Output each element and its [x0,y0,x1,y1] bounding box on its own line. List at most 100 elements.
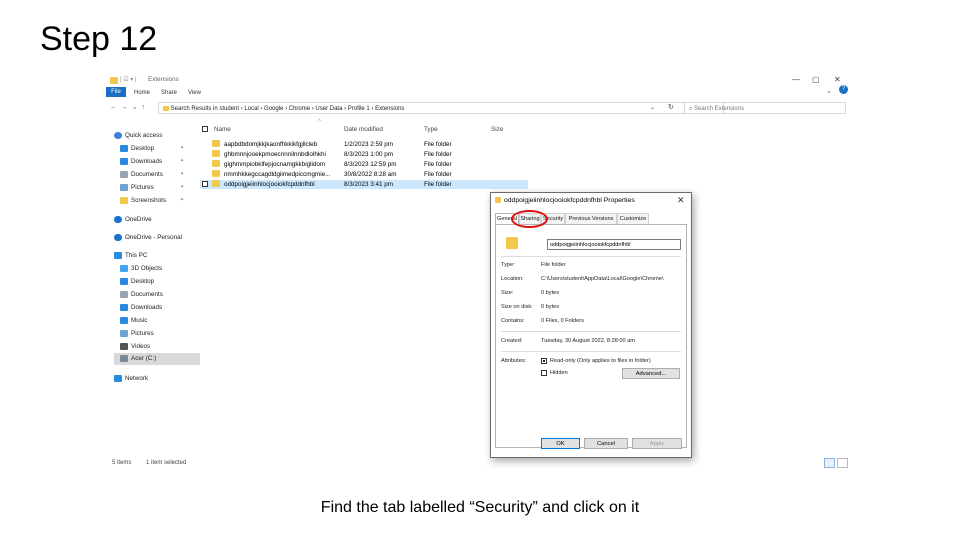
file-row[interactable]: nmmhkkegccagdldgiimedpiccmgmie... 30/8/2… [200,170,528,179]
readonly-label: Read-only (Only applies to files in fold… [550,358,651,364]
star-icon [114,131,122,139]
pc-icon [114,251,122,259]
status-selection: 1 item selected [146,460,187,466]
refresh-icon[interactable]: ↻ [668,103,674,111]
sidebar-item-this-pc[interactable]: This PC [114,250,147,262]
help-icon[interactable]: ? [839,85,848,94]
navigation-arrows[interactable]: ← → ⌄ ↑ [110,102,145,114]
sidebar-item-pictures-pc[interactable]: Pictures [120,328,154,340]
sidebar-item-screenshots[interactable]: Screenshots [120,195,166,207]
quick-access-toolbar[interactable]: | ☑ ▾ | [120,76,137,83]
column-header-date[interactable]: Date modified [344,126,383,135]
created-value: Tuesday, 30 August 2022, 8:28:00 am [541,338,635,344]
folder-icon [495,197,501,203]
column-header-size[interactable]: Size [491,126,503,135]
sidebar-item-desktop[interactable]: Desktop [120,143,154,155]
general-tab-panel: oddpoigjeiinhlocjooiokfcpddnfhbl Type: F… [495,224,687,448]
large-folder-icon [506,237,518,249]
desktop-icon [120,277,128,285]
folder-name-field[interactable]: oddpoigjeiinhlocjooiokfcpddnfhbl [547,239,681,250]
hidden-checkbox[interactable] [541,370,547,376]
file-row-selected[interactable]: oddpoigjeiinhlocjooiokfcpddnfhbl 8/3/202… [200,180,528,189]
location-value: C:\Users\student\AppData\Local\Google\Ch… [541,276,664,282]
ribbon-tab-home[interactable]: Home [134,88,150,98]
row-checkbox[interactable] [202,181,208,187]
minimize-button[interactable]: — [792,75,800,84]
pin-icon: ✦ [180,171,185,177]
pictures-icon [120,183,128,191]
slide-title: Step 12 [40,20,158,58]
file-explorer-window: | ☑ ▾ | Extensions — ▢ ✕ File Home Share… [106,75,850,468]
folder-icon [212,140,220,147]
folder-icon [163,105,169,111]
pictures-icon [120,329,128,337]
ribbon-tab-view[interactable]: View [188,88,201,98]
select-all-checkbox[interactable] [202,126,208,132]
download-icon [120,157,128,165]
sidebar-item-downloads-pc[interactable]: Downloads [120,302,162,314]
close-button[interactable]: ✕ [834,75,841,84]
sidebar-item-videos[interactable]: Videos [120,341,150,353]
desktop-icon [120,144,128,152]
window-title: Extensions [148,76,179,83]
sidebar-item-quick-access[interactable]: Quick access [114,130,162,142]
large-icons-view-icon[interactable] [837,458,848,468]
maximize-button[interactable]: ▢ [812,75,820,84]
sidebar-item-documents-pc[interactable]: Documents [120,289,163,301]
tab-previous-versions[interactable]: Previous Versions [565,213,617,224]
sidebar-item-documents[interactable]: Documents [120,169,163,181]
details-view-icon[interactable] [824,458,835,468]
column-header-name[interactable]: Name [214,126,231,135]
search-input[interactable]: ⌕ Search Extensions [684,102,846,114]
size-on-disk-label: Size on disk: [501,304,533,310]
separator [501,331,681,332]
attributes-label: Attributes: [501,358,527,364]
sidebar-item-onedrive-personal[interactable]: OneDrive - Personal [114,232,182,244]
sidebar-item-desktop-pc[interactable]: Desktop [120,276,154,288]
network-icon [114,374,122,382]
sidebar-item-onedrive[interactable]: OneDrive [114,214,152,226]
sidebar-item-acer-drive[interactable]: Acer (C:) [114,353,200,365]
cancel-button[interactable]: Cancel [584,438,628,449]
sort-arrow-icon: ^ [318,119,321,125]
contains-value: 0 Files, 0 Folders [541,318,584,324]
dialog-close-icon[interactable]: ✕ [677,195,685,206]
sidebar-item-music[interactable]: Music [120,315,147,327]
cloud-icon [114,215,122,223]
sidebar-item-downloads[interactable]: Downloads [120,156,162,168]
created-label: Created: [501,338,523,344]
status-item-count: 5 items [112,460,132,466]
tab-customize[interactable]: Customize [617,213,649,224]
search-placeholder: Search Extensions [694,106,745,112]
ok-button[interactable]: OK [541,438,580,449]
type-value: File folder [541,262,566,268]
size-label: Size: [501,290,514,296]
readonly-checkbox[interactable] [541,358,547,364]
download-icon [120,303,128,311]
address-bar[interactable]: Search Results in student › Local › Goog… [158,102,724,114]
expand-ribbon-icon[interactable]: ⌄ [826,87,832,95]
slide-caption: Find the tab labelled “Security” and cli… [320,499,640,516]
pin-icon: ✦ [180,145,185,151]
file-row[interactable]: aapbdbdomjkkjkaonfhkkikfgjllcleb 1/2/202… [200,140,528,149]
sidebar-item-network[interactable]: Network [114,373,148,385]
size-value: 0 bytes [541,290,560,296]
address-path: Search Results in student › Local › Goog… [170,106,405,112]
sidebar-item-3d-objects[interactable]: 3D Objects [120,263,162,275]
documents-icon [120,170,128,178]
ribbon-tab-share[interactable]: Share [161,88,177,98]
location-label: Location: [501,276,524,282]
documents-icon [120,290,128,298]
type-label: Type: [501,262,515,268]
column-header-type[interactable]: Type [424,126,438,135]
security-tab-highlight [511,210,548,228]
sidebar-item-pictures[interactable]: Pictures [120,182,154,194]
dialog-title: oddpoigjeiinhlocjooiokfcpddnfhbl Propert… [504,197,635,204]
advanced-button[interactable]: Advanced... [622,368,680,379]
ribbon-tab-file[interactable]: File [106,87,126,97]
apply-button[interactable]: Apply [632,438,682,449]
address-dropdown-icon[interactable]: ⌄ [650,104,655,111]
file-row[interactable]: gighmmpiobklfepjocnamgkkbiglidom 8/3/202… [200,160,528,169]
pin-icon: ✦ [180,197,185,203]
file-row[interactable]: ghbmnnjooekpmoecnnnilnnbdlolhkhi 8/3/202… [200,150,528,159]
